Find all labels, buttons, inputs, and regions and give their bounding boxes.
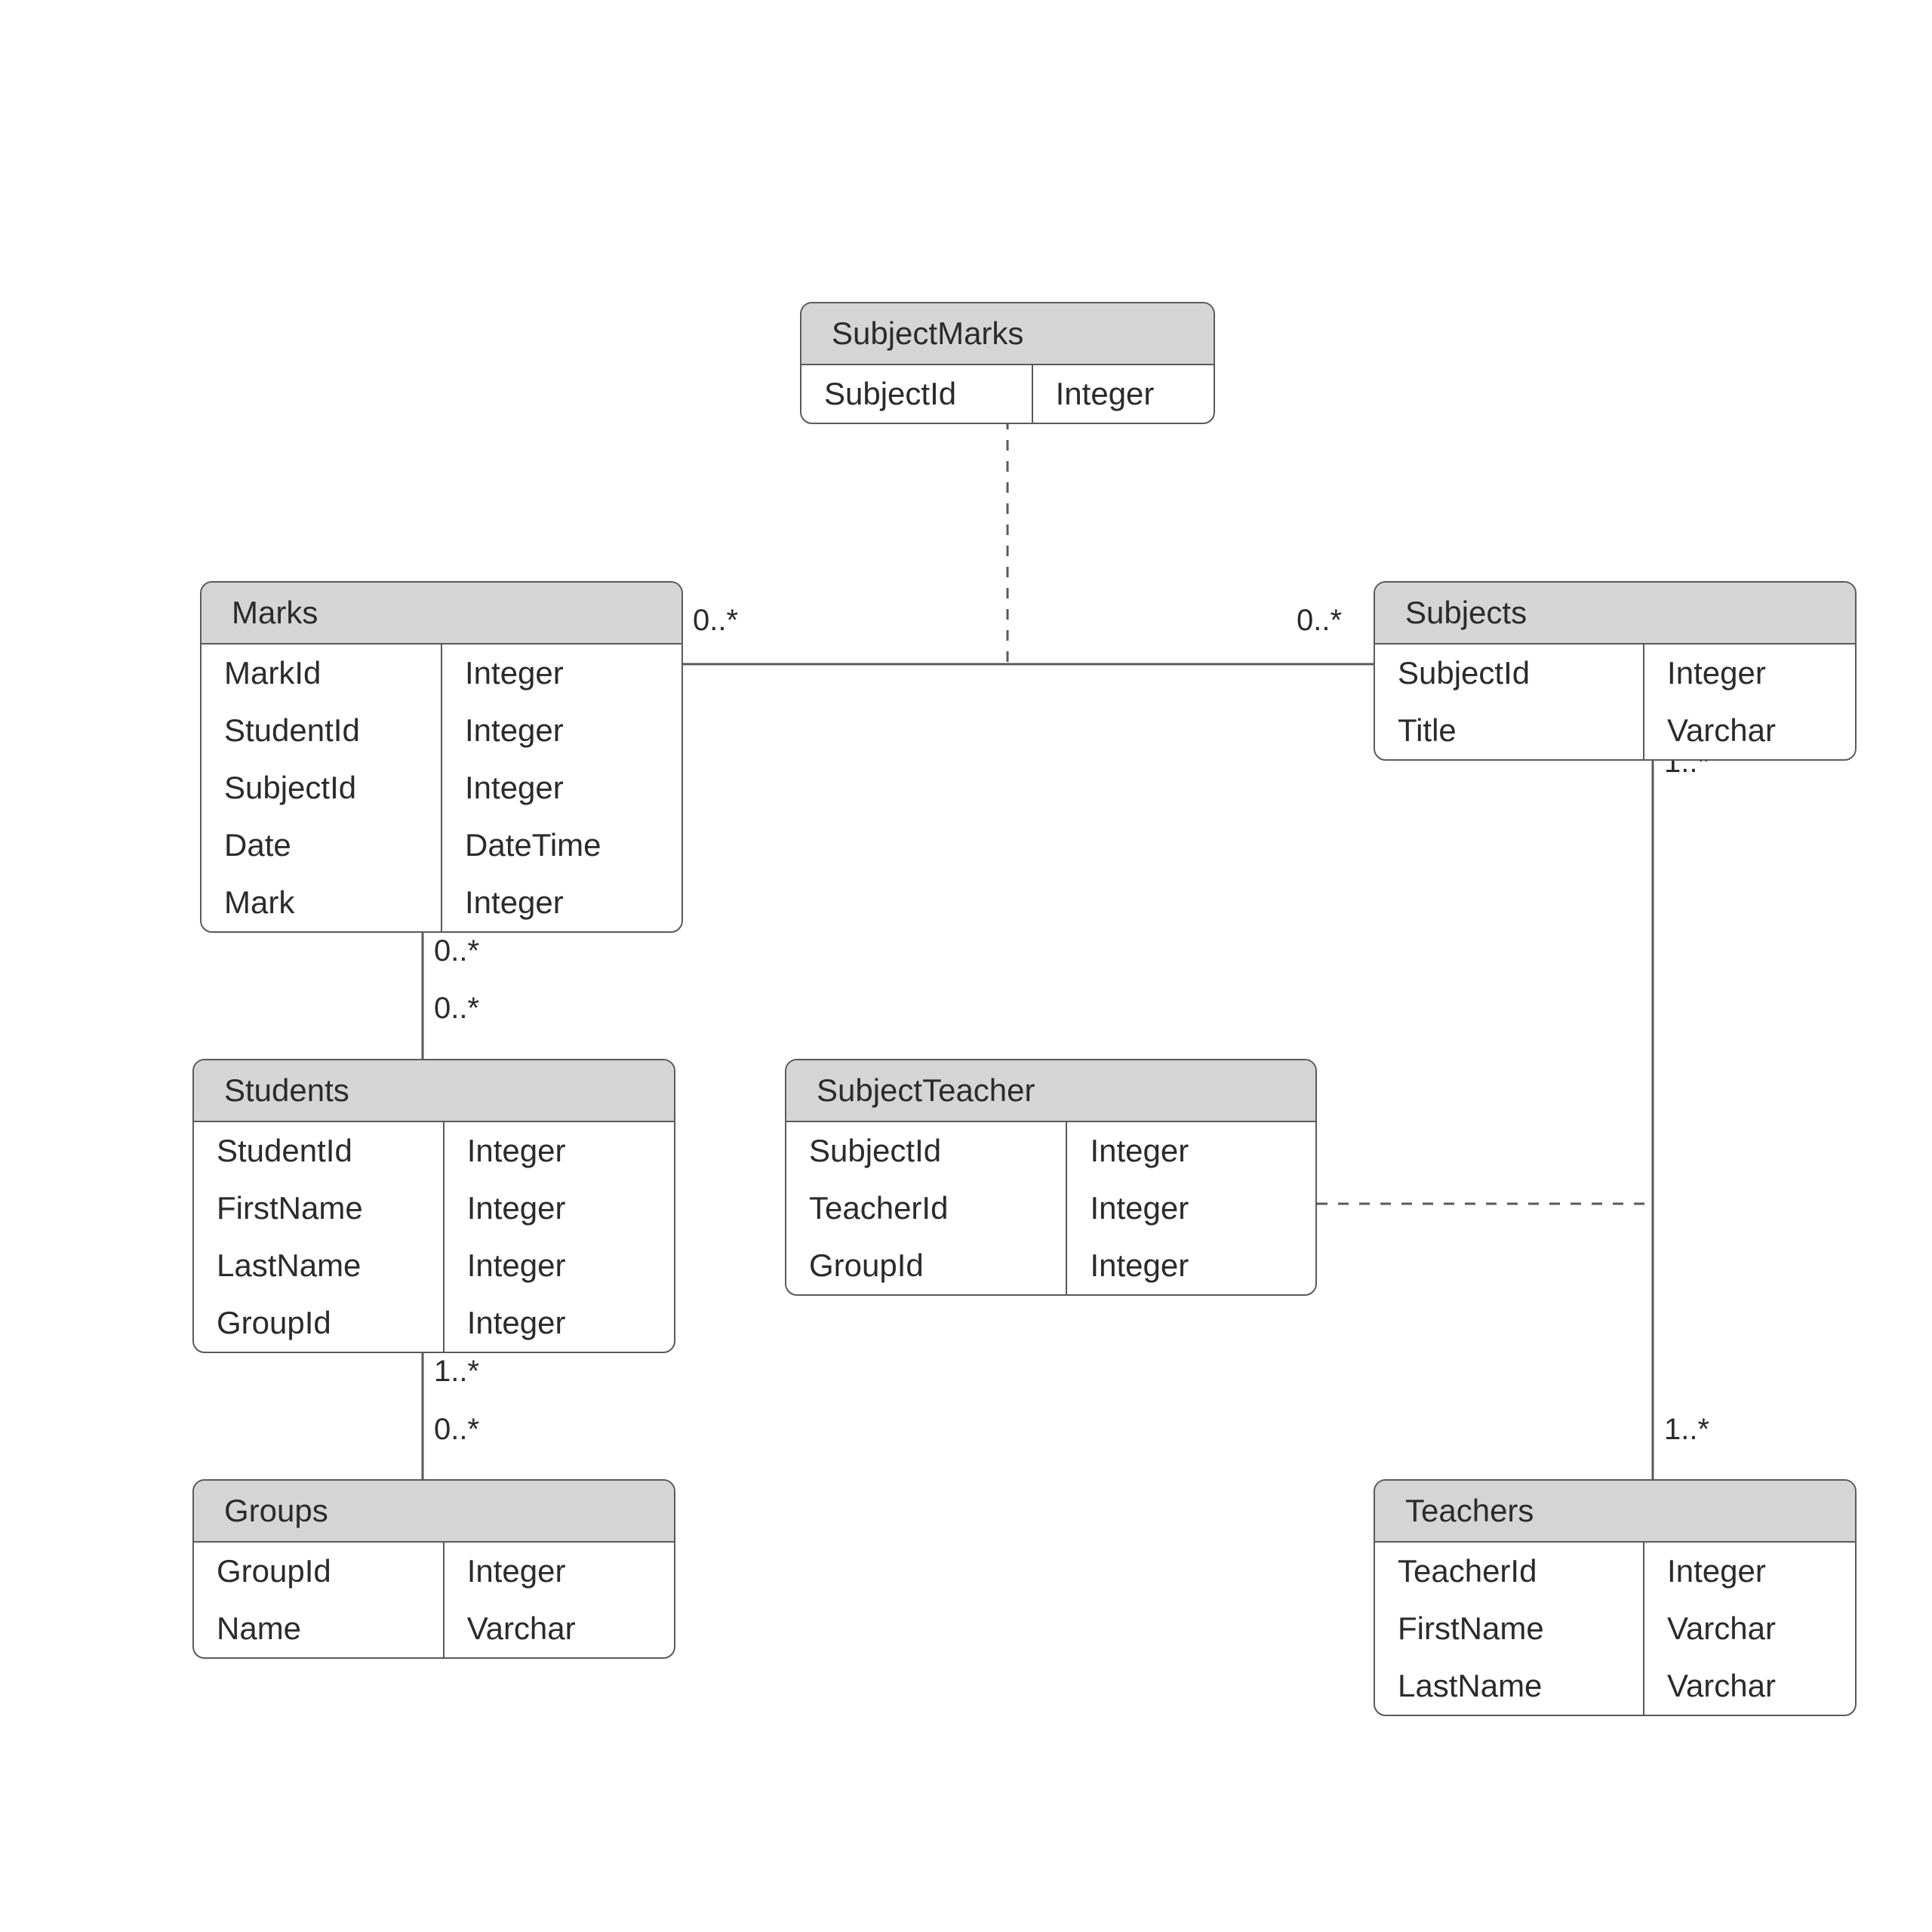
field-name: Title — [1375, 702, 1643, 759]
field-type: Integer — [1033, 365, 1214, 423]
multiplicity-students-top: 0..* — [434, 992, 479, 1026]
field-type: Integer — [1067, 1237, 1315, 1294]
entity-marks: Marks MarkId StudentId SubjectId Date Ma… — [200, 581, 683, 933]
field-name: GroupId — [194, 1543, 443, 1600]
field-name: GroupId — [786, 1237, 1066, 1294]
field-type: Integer — [442, 759, 681, 817]
field-type: Integer — [442, 702, 681, 759]
field-name: FirstName — [1375, 1600, 1643, 1657]
entity-title: SubjectTeacher — [786, 1060, 1315, 1122]
field-type: Integer — [442, 874, 681, 931]
entity-title: Teachers — [1375, 1481, 1855, 1543]
field-type: Varchar — [1644, 702, 1855, 759]
multiplicity-subjects-left: 0..* — [1297, 604, 1342, 638]
field-type: Integer — [1067, 1180, 1315, 1237]
field-type: Integer — [445, 1122, 674, 1180]
entity-subjectteacher: SubjectTeacher SubjectId TeacherId Group… — [785, 1059, 1317, 1296]
multiplicity-students-bottom: 1..* — [434, 1355, 479, 1389]
er-diagram-canvas: 0..* 0..* 0..* 0..* 1..* 0..* 1..* 1..* … — [0, 0, 1932, 1932]
field-name: Mark — [202, 874, 441, 931]
entity-title: Subjects — [1375, 583, 1855, 645]
field-type: Varchar — [1644, 1657, 1855, 1715]
field-type: DateTime — [442, 817, 681, 874]
field-type: Integer — [1644, 1543, 1855, 1600]
field-name: GroupId — [194, 1294, 443, 1352]
field-name: StudentId — [202, 702, 441, 759]
field-name: Name — [194, 1600, 443, 1657]
field-name: TeacherId — [786, 1180, 1066, 1237]
entity-title: Groups — [194, 1481, 674, 1543]
field-type: Integer — [442, 645, 681, 702]
multiplicity-marks-bottom: 0..* — [434, 934, 479, 968]
field-name: TeacherId — [1375, 1543, 1643, 1600]
field-name: LastName — [1375, 1657, 1643, 1715]
multiplicity-teachers-top: 1..* — [1664, 1413, 1709, 1447]
field-name: LastName — [194, 1237, 443, 1294]
field-type: Varchar — [445, 1600, 674, 1657]
field-type: Integer — [445, 1543, 674, 1600]
entity-subjects: Subjects SubjectId Title Integer Varchar — [1374, 581, 1857, 761]
field-name: SubjectId — [801, 365, 1032, 423]
field-name: FirstName — [194, 1180, 443, 1237]
field-name: MarkId — [202, 645, 441, 702]
entity-title: Marks — [202, 583, 681, 645]
field-name: SubjectId — [1375, 645, 1643, 702]
field-name: SubjectId — [786, 1122, 1066, 1180]
field-type: Integer — [445, 1294, 674, 1352]
entity-title: SubjectMarks — [801, 303, 1214, 365]
entity-groups: Groups GroupId Name Integer Varchar — [192, 1479, 675, 1659]
field-type: Integer — [445, 1180, 674, 1237]
field-type: Integer — [1644, 645, 1855, 702]
field-type: Integer — [1067, 1122, 1315, 1180]
field-name: Date — [202, 817, 441, 874]
field-name: SubjectId — [202, 759, 441, 817]
entity-title: Students — [194, 1060, 674, 1122]
field-type: Integer — [445, 1237, 674, 1294]
entity-subjectmarks: SubjectMarks SubjectId Integer — [800, 302, 1215, 424]
field-type: Varchar — [1644, 1600, 1855, 1657]
entity-students: Students StudentId FirstName LastName Gr… — [192, 1059, 675, 1353]
entity-teachers: Teachers TeacherId FirstName LastName In… — [1374, 1479, 1857, 1716]
field-name: StudentId — [194, 1122, 443, 1180]
multiplicity-groups-top: 0..* — [434, 1413, 479, 1447]
multiplicity-marks-right: 0..* — [693, 604, 738, 638]
